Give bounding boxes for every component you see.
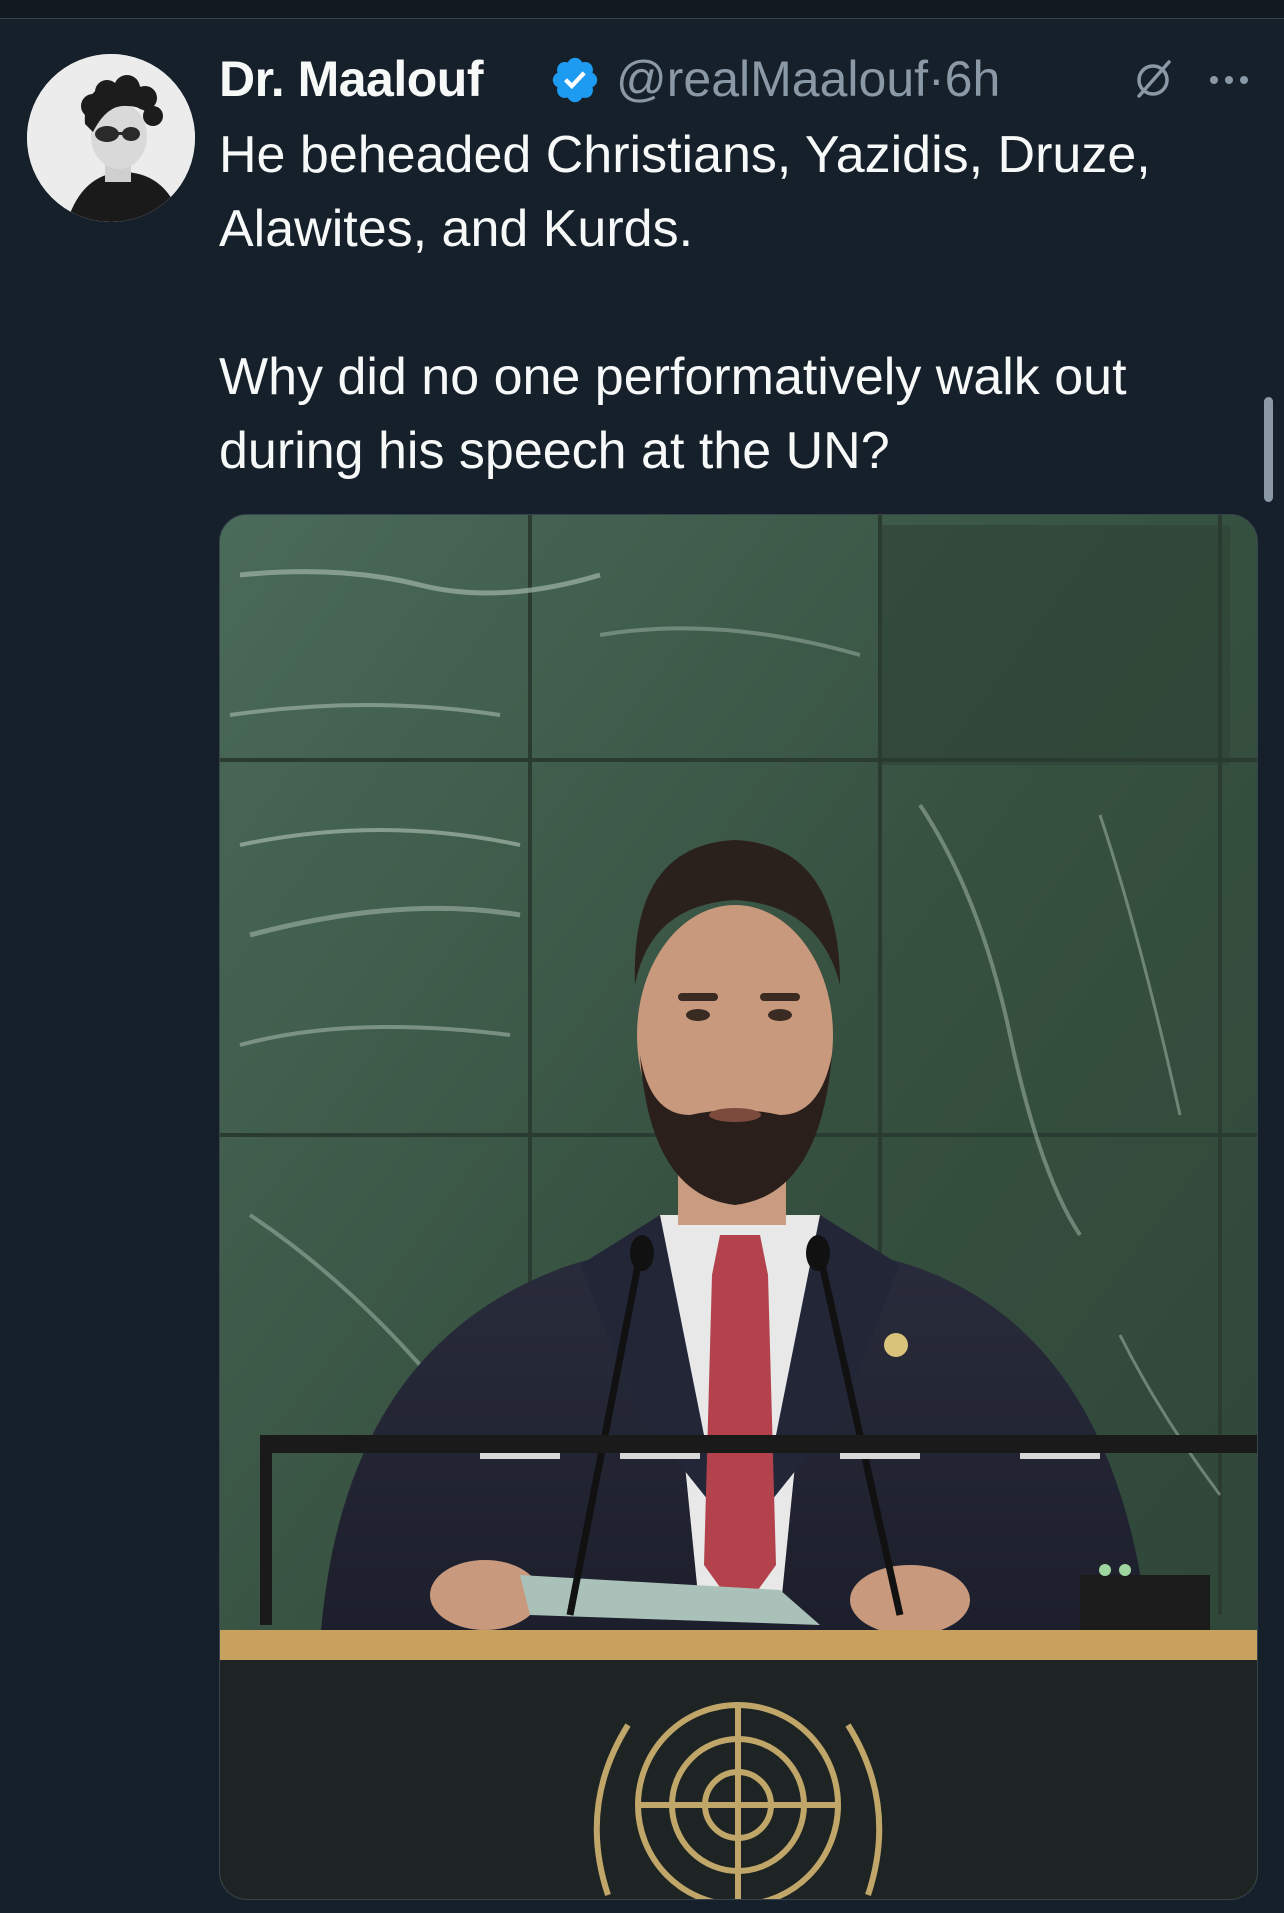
tweet-time[interactable]: 6h <box>945 51 1001 107</box>
meta-separator: · <box>928 51 945 107</box>
verified-badge-icon <box>552 57 598 103</box>
speaker-at-podium-photo <box>220 515 1257 1899</box>
scrollbar-thumb[interactable] <box>1264 397 1273 502</box>
more-options-icon[interactable] <box>1204 62 1254 98</box>
author-avatar[interactable] <box>27 54 195 222</box>
author-handle-time: @realMaalouf·6h <box>616 50 1000 108</box>
tweet-text: He beheaded Christians, Yazidis, Druze, … <box>219 126 1151 480</box>
tweet-media-photo[interactable] <box>219 514 1258 1900</box>
tweet-header: Dr. Maalouf @realMaalouf·6h <box>219 44 1259 114</box>
author-handle[interactable]: @realMaalouf <box>616 51 928 107</box>
avatar-image <box>27 54 195 222</box>
top-divider <box>0 0 1284 19</box>
author-display-name[interactable]: Dr. Maalouf <box>219 50 483 108</box>
grok-icon[interactable] <box>1131 58 1175 102</box>
